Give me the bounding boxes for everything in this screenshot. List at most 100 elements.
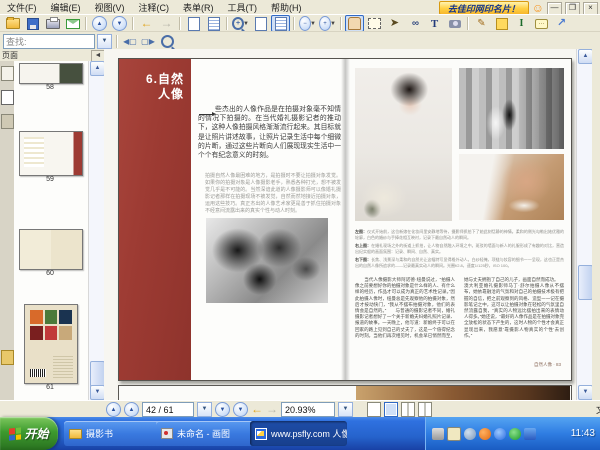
menu-help[interactable]: 帮助(H) [264, 0, 309, 14]
page-dropdown-button[interactable]: ▼ [197, 402, 212, 417]
text-select-button[interactable]: T [425, 15, 444, 32]
page-up-button[interactable]: ▲ [90, 15, 109, 32]
media-player-icon[interactable] [509, 428, 521, 440]
chapter-title-line2: 人像 [146, 87, 184, 102]
menu-edit[interactable]: 编辑(E) [44, 0, 88, 14]
page-down-button[interactable]: ▼ [110, 15, 129, 32]
thumbnail-label: 59 [19, 176, 81, 183]
zoom-out-button[interactable]: −▼ [298, 15, 317, 32]
page-down-icon: ▼ [112, 16, 127, 31]
smiley-icon[interactable]: ☺ [532, 2, 544, 14]
caption-left: 左图：仪式开始前，这位新娘在化妆间里安静地等待，摄影师抓拍下了她此刻恬静的神情。… [355, 229, 564, 240]
view-forward-button[interactable]: → [266, 404, 278, 415]
taskbar-item-paint[interactable]: 未命名 - 画图 [156, 421, 256, 446]
facing-layout-button[interactable] [401, 402, 415, 417]
open-button[interactable] [3, 15, 22, 32]
comment-button[interactable]: … [532, 15, 551, 32]
printer-tray-icon[interactable] [432, 428, 444, 440]
page-number-field[interactable]: 42 / 61 [142, 402, 194, 417]
sidebar-scrollbar[interactable]: ▲ ▼ [88, 61, 104, 400]
single-page-layout-button[interactable] [367, 402, 381, 417]
document-canvas[interactable]: 6.自然 人像 些杰出的人像作品是在拍摄对象毫不知情的情况下拍摄的。在当代婚礼摄… [104, 49, 576, 400]
bookmarks-tab-icon[interactable] [1, 66, 14, 81]
fit-width-button[interactable] [251, 15, 270, 32]
next-page-preview[interactable] [118, 385, 572, 400]
marquee-zoom-button[interactable] [365, 15, 384, 32]
ime-indicator-icon[interactable] [447, 427, 461, 441]
share-button[interactable]: ↗ [552, 15, 571, 32]
clipboard-paste-button[interactable] [204, 15, 223, 32]
menu-forms[interactable]: 表单(R) [176, 0, 221, 14]
dropdown-arrow-icon: ▼ [330, 21, 336, 27]
history-back-button[interactable]: ← [137, 15, 156, 32]
pet-assistant-icon[interactable] [479, 428, 491, 440]
web-document-icon [255, 428, 267, 440]
taskbar-item-psfly-active[interactable]: www.psfly.com 人像... [250, 421, 347, 446]
close-button[interactable]: × [583, 2, 598, 15]
restore-button[interactable]: ❐ [565, 2, 580, 15]
scroll-down-button[interactable]: ▼ [90, 385, 105, 400]
attachments-tab-icon[interactable] [1, 350, 14, 365]
thumbnail-page-58[interactable] [19, 63, 83, 84]
hand-tool-button[interactable] [345, 15, 364, 32]
pages-tab-icon[interactable] [1, 90, 14, 105]
scrollbar-thumb[interactable] [90, 361, 105, 387]
select-tool-button[interactable]: ➤ [385, 15, 404, 32]
thumbnail-page-59[interactable] [19, 131, 83, 176]
email-button[interactable] [63, 15, 82, 32]
page-gutter-shadow [341, 59, 350, 380]
scrollbar-thumb[interactable] [578, 265, 593, 300]
fit-page-button[interactable] [271, 15, 290, 32]
taskbar-item-photobook[interactable]: 摄影书 [64, 421, 162, 446]
messenger-icon[interactable] [494, 428, 506, 440]
typewriter-button[interactable]: I [512, 15, 531, 32]
menu-view[interactable]: 视图(V) [88, 0, 132, 14]
photo-bride-portrait [355, 68, 452, 221]
first-page-button[interactable]: ▲ [106, 402, 121, 417]
previous-page-button[interactable]: ▲ [124, 402, 139, 417]
menu-tools[interactable]: 工具(T) [221, 0, 265, 14]
scroll-up-button[interactable]: ▲ [578, 49, 593, 64]
windows-taskbar: 开始 摄影书 未命名 - 画图 www.psfly.com 人像... 11:4… [0, 417, 600, 450]
secondary-paragraph: 拍摄自然人像最困难的地方，是拍摄时不要让拍摄对象发觉。如果你的拍摄对象是人像摄影… [205, 173, 341, 215]
note-button[interactable] [492, 15, 511, 32]
ad-banner-link[interactable]: 去佳印网印名片！ [439, 1, 529, 15]
next-page-button[interactable]: ▼ [215, 402, 230, 417]
menu-comments[interactable]: 注释(C) [132, 0, 177, 14]
pencil-annotation-button[interactable]: ✎ [472, 15, 491, 32]
snapshot-camera-button[interactable] [445, 15, 464, 32]
zoom-level-field[interactable]: 20.93% [281, 402, 335, 417]
snapshot-copy-button[interactable] [184, 15, 203, 32]
search-button[interactable]: ∞ [405, 15, 424, 32]
print-button[interactable] [43, 15, 62, 32]
scroll-down-button[interactable]: ▼ [578, 385, 593, 400]
document-scrollbar[interactable]: ▲ ▼ [576, 49, 593, 400]
view-back-button[interactable]: ← [251, 404, 263, 415]
layers-tab-icon[interactable] [1, 114, 14, 129]
find-input[interactable] [3, 34, 95, 49]
continuous-facing-layout-button[interactable] [418, 402, 432, 417]
find-previous-button[interactable]: ◀▢ [122, 34, 138, 48]
book-spread-page-42[interactable]: 6.自然 人像 些杰出的人像作品是在拍摄对象毫不知情的情况下拍摄的。在当代婚礼摄… [118, 58, 572, 381]
zoom-dropdown-button[interactable]: ▼ [338, 402, 353, 417]
clock-utility-icon[interactable] [464, 428, 476, 440]
continuous-layout-button[interactable] [384, 402, 398, 417]
caption-top-right: 右上图：在婚礼现场之外的街道上抓拍，让人物自然融入环境之中。斑驳的墙面与新人的礼… [355, 243, 564, 254]
zoom-in-tool-button[interactable]: +▼ [231, 15, 250, 32]
zoom-in-button[interactable]: +▼ [318, 15, 337, 32]
thumbnail-page-60[interactable] [19, 229, 83, 270]
find-dropdown-button[interactable]: ▼ [97, 34, 112, 49]
history-forward-button[interactable]: → [157, 15, 176, 32]
save-button[interactable] [23, 15, 42, 32]
menu-file[interactable]: 文件(F) [0, 0, 44, 14]
full-search-button[interactable] [158, 33, 177, 50]
last-page-button[interactable]: ▼ [233, 402, 248, 417]
minimize-button[interactable]: — [547, 2, 562, 15]
language-bar-icon[interactable] [524, 428, 536, 440]
scroll-up-button[interactable]: ▲ [90, 61, 105, 76]
right-page: 左图：仪式开始前，这位新娘在化妆间里安静地等待，摄影师抓拍下了她此刻恬静的神情。… [345, 59, 571, 380]
find-next-button[interactable]: ▢▶ [140, 34, 156, 48]
thumbnail-page-61[interactable] [24, 304, 78, 384]
start-button[interactable]: 开始 [0, 417, 58, 450]
photo-bride-closeup [459, 154, 564, 220]
